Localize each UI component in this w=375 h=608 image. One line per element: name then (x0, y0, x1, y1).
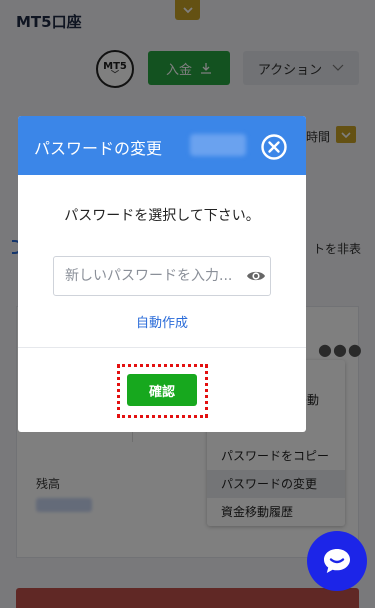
account-id-redacted (190, 134, 246, 156)
eye-icon[interactable] (246, 266, 266, 286)
chat-button[interactable] (307, 531, 367, 591)
dialog-title: パスワードの変更 (34, 139, 163, 158)
close-icon[interactable] (261, 134, 287, 160)
dialog-header: パスワードの変更 (18, 116, 306, 175)
chat-icon (324, 549, 350, 573)
change-password-dialog: パスワードの変更 パスワードを選択して下さい。 自動作成 確認 (18, 116, 306, 432)
confirm-button[interactable]: 確認 (127, 374, 197, 406)
new-password-input[interactable] (55, 258, 241, 294)
dialog-divider (18, 347, 306, 348)
auto-generate-link[interactable]: 自動作成 (18, 312, 306, 331)
new-password-field[interactable] (53, 256, 271, 296)
dialog-instruction: パスワードを選択して下さい。 (64, 208, 260, 224)
